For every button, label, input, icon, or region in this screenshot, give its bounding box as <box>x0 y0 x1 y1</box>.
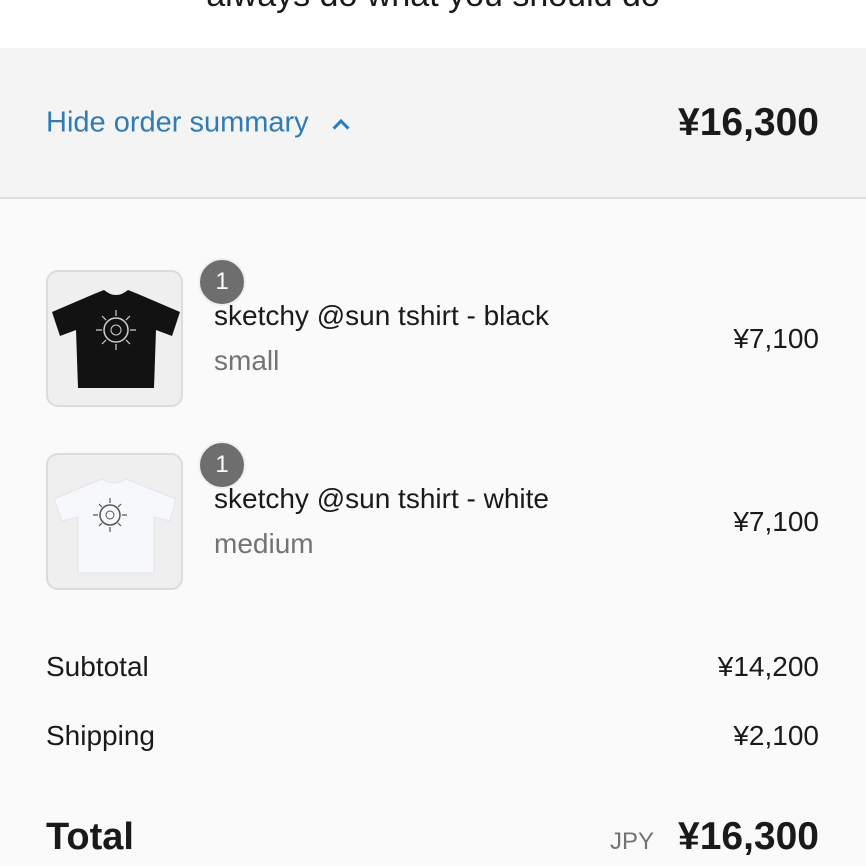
total-label: Total <box>46 816 134 858</box>
chevron-up-icon[interactable] <box>332 118 350 136</box>
item-price: ¥7,100 <box>733 506 819 537</box>
hide-order-summary-label[interactable]: Hide order summary <box>46 107 309 140</box>
quantity-badge: 1 <box>198 258 246 306</box>
product-thumbnail: 1 <box>46 441 246 590</box>
summary-total-price: ¥16,300 <box>678 101 819 144</box>
banner-text: always do what you should do <box>0 0 866 15</box>
line-item: 1 sketchy @sun tshirt - black small ¥7,1… <box>0 258 866 410</box>
subtotal-label: Subtotal <box>46 651 149 682</box>
total-amount-group: JPY ¥16,300 <box>610 815 819 859</box>
item-variant: medium <box>214 528 314 559</box>
tshirt-shape <box>53 478 177 574</box>
subtotal-value: ¥14,200 <box>717 651 819 682</box>
tshirt-image <box>52 290 180 388</box>
currency-code: JPY <box>610 828 655 855</box>
total-row: Total JPY ¥16,300 <box>46 815 819 859</box>
top-banner: always do what you should do <box>0 0 866 48</box>
tshirt-image <box>53 478 177 574</box>
order-summary-toggle-bar[interactable]: Hide order summary ¥16,300 <box>0 48 866 199</box>
tshirt-shape <box>52 290 180 388</box>
item-variant: small <box>214 345 280 376</box>
hide-order-summary-link[interactable]: Hide order summary <box>46 107 350 140</box>
shipping-value: ¥2,100 <box>733 720 819 751</box>
shipping-label: Shipping <box>46 720 155 751</box>
item-name: sketchy @sun tshirt - white <box>214 483 549 514</box>
line-item: 1 sketchy @sun tshirt - white medium ¥7,… <box>0 441 866 593</box>
item-price: ¥7,100 <box>733 323 819 354</box>
subtotal-row: Subtotal ¥14,200 <box>46 651 819 683</box>
quantity-badge: 1 <box>198 441 246 489</box>
shipping-row: Shipping ¥2,100 <box>46 720 819 752</box>
product-thumbnail: 1 <box>46 258 246 407</box>
item-name: sketchy @sun tshirt - black <box>214 300 549 331</box>
total-value: ¥16,300 <box>678 815 819 858</box>
